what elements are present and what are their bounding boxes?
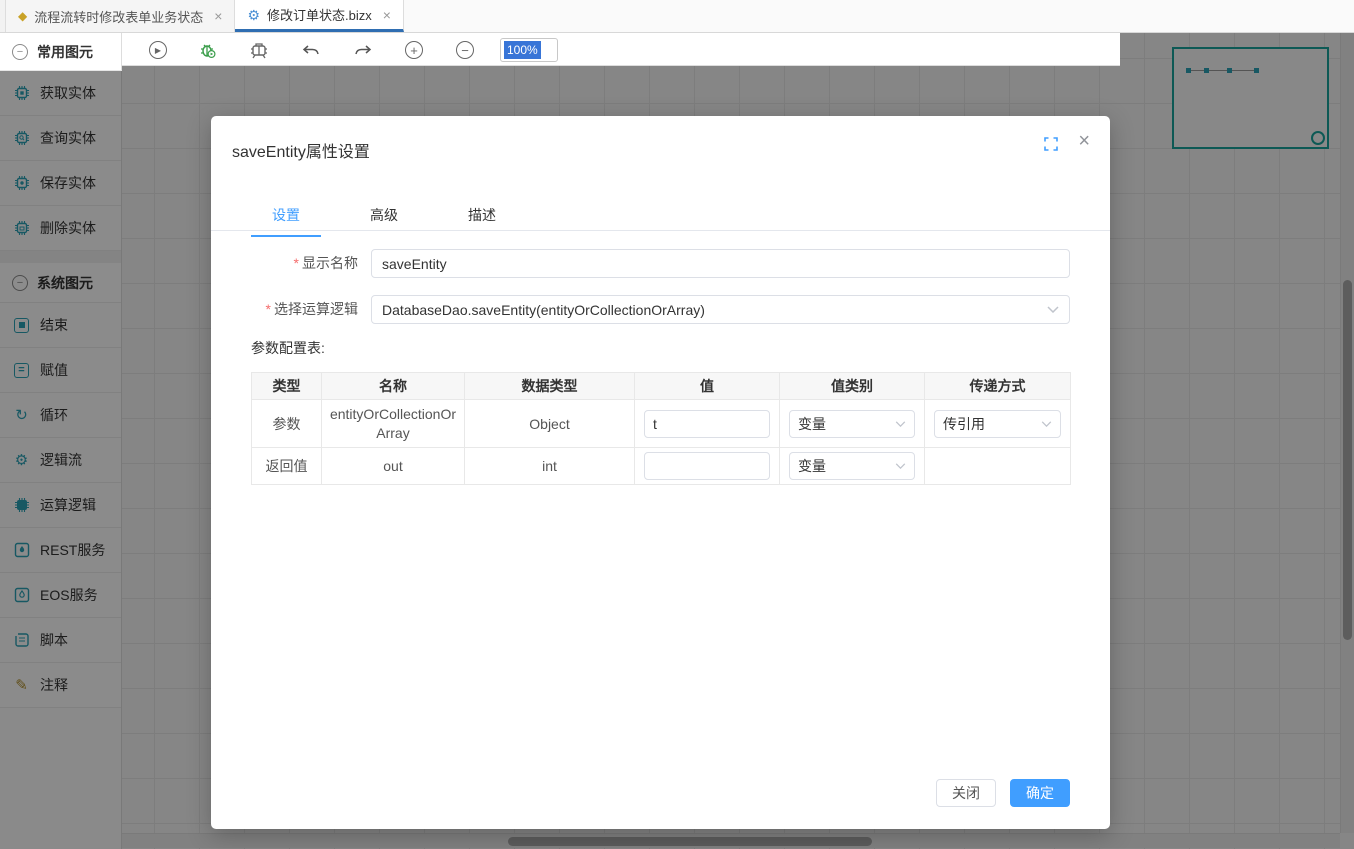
col-pass-mode: 传递方式 [925,373,1071,400]
cell-pass-mode-empty [925,448,1071,485]
redo-arrow-icon [353,40,373,60]
run-play-icon: ▶ [149,41,167,59]
app-window: 获取实体 查询实体 保存实体 删除实体 − 系统图元 结束 [0,0,1354,849]
zoom-out-button[interactable]: − [452,37,478,63]
bizx-gear-icon: ⚙ [247,8,260,22]
col-datatype: 数据类型 [465,373,635,400]
debug-bug-green-icon [198,40,218,60]
zoom-in-icon: + [405,41,423,59]
tab-advanced[interactable]: 高级 [349,205,419,237]
cell-type: 参数 [252,400,322,448]
param-value-input[interactable] [644,410,770,438]
tabs-divider [211,230,1110,231]
undo-arrow-icon [301,40,321,60]
tab-label: 修改订单状态.bizx [267,5,372,24]
zoom-level-input[interactable]: 100% [500,38,558,62]
undo-button[interactable] [298,37,324,63]
pass-mode-select[interactable]: 传引用 [934,410,1061,438]
zoom-level-value: 100% [504,41,541,59]
value-category-select[interactable]: 变量 [789,410,915,438]
debug-run-button[interactable] [195,37,221,63]
save-entity-properties-dialog: saveEntity属性设置 × 设置 高级 描述 *显示名称 *选择运算逻辑 … [211,116,1110,829]
tab-workflow-status[interactable]: ◆ 流程流转时修改表单业务状态 × [6,0,235,32]
tab-settings[interactable]: 设置 [251,205,321,237]
logic-select-label: *选择运算逻辑 [211,295,358,324]
sidebar-group-common[interactable]: − 常用图元 [0,33,122,71]
param-table-label: 参数配置表: [251,338,325,358]
col-value: 值 [635,373,780,400]
cell-type: 返回值 [252,448,322,485]
tab-label: 流程流转时修改表单业务状态 [34,7,203,26]
chevron-down-icon [895,421,906,427]
cell-name: entityOrCollectionOrArray [324,405,462,443]
tab-order-status-bizx[interactable]: ⚙ 修改订单状态.bizx × [235,0,403,32]
cell-datatype: int [465,448,635,485]
required-mark: * [266,301,271,317]
confirm-button[interactable]: 确定 [1010,779,1070,807]
cell-name: out [322,448,465,485]
debug-bug-icon [249,40,269,60]
dialog-footer: 关闭 确定 [936,779,1070,807]
cell-datatype: Object [465,400,635,448]
debug-button[interactable] [246,37,272,63]
value-category-value: 变量 [798,414,826,434]
redo-button[interactable] [350,37,376,63]
display-name-label: *显示名称 [211,249,358,278]
tab-description[interactable]: 描述 [447,205,517,237]
canvas-toolbar: ▶ + − 100% [122,33,1120,66]
logic-select-row: *选择运算逻辑 DatabaseDao.saveEntity(entityOrC… [211,295,1110,324]
operation-logic-select[interactable]: DatabaseDao.saveEntity(entityOrCollectio… [371,295,1070,324]
chevron-down-icon [1041,421,1052,427]
pass-mode-value: 传引用 [943,414,985,434]
col-type: 类型 [252,373,322,400]
return-value-input[interactable] [644,452,770,480]
dialog-close-icon[interactable]: × [1078,130,1090,153]
sidebar-group-title: 常用图元 [37,42,93,62]
required-mark: * [294,255,299,271]
param-config-table: 类型 名称 数据类型 值 值类别 传递方式 参数 entityOrCollect… [251,372,1071,485]
value-category-select[interactable]: 变量 [789,452,915,480]
tab-close-icon[interactable]: × [214,8,222,24]
table-header-row: 类型 名称 数据类型 值 值类别 传递方式 [252,373,1071,400]
operation-logic-value: DatabaseDao.saveEntity(entityOrCollectio… [382,302,705,318]
zoom-in-button[interactable]: + [401,37,427,63]
run-button[interactable]: ▶ [145,37,171,63]
close-button[interactable]: 关闭 [936,779,996,807]
col-name: 名称 [322,373,465,400]
chevron-down-icon [1047,306,1059,313]
display-name-row: *显示名称 [211,249,1110,278]
workflow-diamond-icon: ◆ [18,10,27,22]
tab-close-icon[interactable]: × [383,7,391,23]
zoom-out-icon: − [456,41,474,59]
collapse-icon[interactable]: − [12,44,28,60]
editor-tabbar: ◆ 流程流转时修改表单业务状态 × ⚙ 修改订单状态.bizx × [0,0,1354,33]
table-row: 返回值 out int 变量 [252,448,1071,485]
value-category-value: 变量 [798,456,826,476]
dialog-title: saveEntity属性设置 [232,138,370,162]
dialog-tabs: 设置 高级 描述 [251,205,545,237]
col-value-category: 值类别 [780,373,925,400]
fullscreen-icon[interactable] [1044,137,1058,151]
chevron-down-icon [895,463,906,469]
table-row: 参数 entityOrCollectionOrArray Object 变量 传… [252,400,1071,448]
display-name-input[interactable] [371,249,1070,278]
